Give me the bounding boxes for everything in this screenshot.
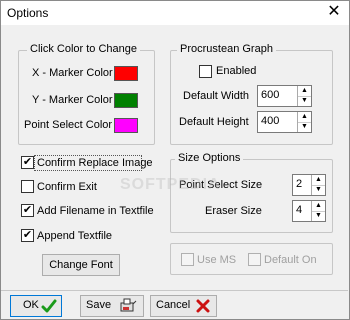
- append-textfile-label: Append Textfile: [37, 230, 113, 242]
- enabled-checkbox[interactable]: [199, 65, 212, 78]
- ok-label: OK: [23, 299, 39, 311]
- title-bar: Options ✕: [1, 1, 349, 25]
- add-filename-checkbox[interactable]: ✔: [21, 204, 34, 217]
- spin-down-icon[interactable]: ▼: [298, 122, 311, 132]
- eraser-size-label: Eraser Size: [205, 205, 262, 217]
- y-marker-color-swatch[interactable]: [114, 93, 138, 108]
- change-font-button[interactable]: Change Font: [42, 254, 120, 276]
- point-select-color-label: Point Select Color: [24, 119, 113, 131]
- default-height-spin-buttons: ▲ ▼: [297, 112, 311, 132]
- checkmark-icon: [41, 299, 57, 313]
- use-ms-label: Use MS: [197, 254, 237, 266]
- confirm-exit-label: Confirm Exit: [37, 181, 97, 193]
- use-ms-checkbox[interactable]: [181, 253, 194, 266]
- default-width-label: Default Width: [183, 90, 250, 102]
- y-marker-color-label: Y - Marker Color: [32, 94, 113, 106]
- save-button[interactable]: Save: [80, 295, 144, 317]
- size-options-title: Size Options: [175, 152, 244, 164]
- default-width-spin-buttons: ▲ ▼: [297, 86, 311, 106]
- window-title: Options: [7, 6, 49, 20]
- confirm-replace-image-checkbox[interactable]: ✔: [21, 156, 34, 169]
- save-label: Save: [86, 299, 112, 311]
- cancel-x-icon: [196, 299, 210, 313]
- default-width-spinner[interactable]: 600 ▲ ▼: [257, 85, 312, 107]
- save-icon: [120, 298, 137, 312]
- default-height-label: Default Height: [179, 116, 249, 128]
- default-height-value: 400: [261, 115, 280, 127]
- confirm-exit-checkbox[interactable]: [21, 180, 34, 193]
- add-filename-label: Add Filename in Textfile: [37, 205, 154, 217]
- point-select-size-spin-buttons: ▲ ▼: [311, 175, 325, 195]
- point-select-color-swatch[interactable]: [114, 118, 138, 133]
- point-select-size-spinner[interactable]: 2 ▲ ▼: [292, 174, 326, 196]
- enabled-label: Enabled: [216, 65, 257, 77]
- spin-down-icon[interactable]: ▼: [312, 185, 325, 195]
- default-height-spinner[interactable]: 400 ▲ ▼: [257, 111, 312, 133]
- procrustean-group-title: Procrustean Graph: [177, 43, 276, 55]
- default-on-label: Default On: [264, 254, 317, 266]
- spin-down-icon[interactable]: ▼: [298, 96, 311, 106]
- eraser-size-spin-buttons: ▲ ▼: [311, 201, 325, 221]
- append-textfile-checkbox[interactable]: ✔: [21, 229, 34, 242]
- default-width-value: 600: [261, 89, 280, 101]
- confirm-replace-image-label: Confirm Replace Image: [37, 157, 153, 169]
- watermark: SOFTPEDIA: [120, 176, 221, 193]
- default-on-checkbox[interactable]: [248, 253, 261, 266]
- button-bar-divider: [1, 290, 348, 291]
- eraser-size-value: 4: [296, 204, 303, 216]
- ok-button[interactable]: OK: [10, 295, 62, 317]
- cancel-label: Cancel: [156, 299, 191, 311]
- x-marker-color-label: X - Marker Color: [32, 67, 113, 79]
- eraser-size-spinner[interactable]: 4 ▲ ▼: [292, 200, 326, 222]
- point-select-size-value: 2: [296, 178, 303, 190]
- cancel-button[interactable]: Cancel: [150, 295, 217, 317]
- spin-down-icon[interactable]: ▼: [312, 211, 325, 221]
- x-marker-color-swatch[interactable]: [114, 66, 138, 81]
- close-icon[interactable]: ✕: [325, 3, 343, 21]
- color-group-title: Click Color to Change: [27, 43, 140, 55]
